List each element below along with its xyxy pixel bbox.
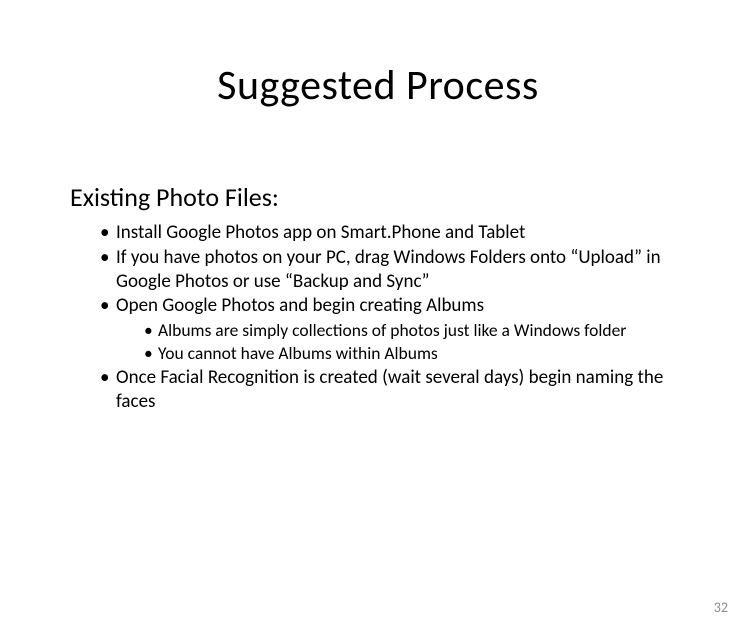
sub-bullet-item: Albums are simply collections of photos … — [144, 320, 696, 342]
bullet-item: If you have photos on your PC, drag Wind… — [100, 246, 696, 294]
bullet-list-level1: Install Google Photos app on Smart.Phone… — [70, 221, 696, 413]
bullet-text: Open Google Photos and begin creating Al… — [116, 294, 484, 317]
bullet-list-level2: Albums are simply collections of photos … — [116, 320, 696, 365]
sub-bullet-item: You cannot have Albums within Albums — [144, 343, 696, 365]
slide-content: Existing Photo Files: Install Google Pho… — [0, 181, 756, 413]
bullet-item: Open Google Photos and begin creating Al… — [100, 294, 696, 365]
section-heading: Existing Photo Files: — [70, 181, 696, 213]
page-number: 32 — [714, 599, 728, 616]
bullet-item: Install Google Photos app on Smart.Phone… — [100, 221, 696, 245]
bullet-item: Once Facial Recognition is created (wait… — [100, 366, 696, 414]
slide-title: Suggested Process — [0, 60, 756, 111]
